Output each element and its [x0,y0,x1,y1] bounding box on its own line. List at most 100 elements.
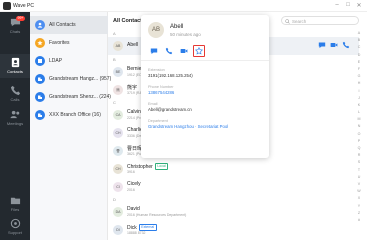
group-label: Grandstream Hangz... (957) [49,76,112,82]
organization-icon [35,110,45,120]
chat-icon [150,48,158,54]
card-chat-button[interactable] [148,45,160,57]
index-letter[interactable]: J [355,95,363,102]
phone-value[interactable]: 13867544286 [148,90,174,95]
index-letter[interactable]: D [355,52,363,59]
unread-badge: 99+ [16,16,25,21]
nav-label: Support [7,230,22,235]
index-letter[interactable]: V [355,181,363,188]
index-letter[interactable]: E [355,59,363,66]
title-bar: Wave PC – □ ✕ [0,0,367,12]
group-label: Favorites [49,40,70,46]
index-letter[interactable]: S [355,159,363,166]
meeting-icon [9,110,19,119]
email-field: Email Abell@grandstream.cn [148,102,192,112]
avatar: CA [113,110,123,120]
add-favorite-button[interactable] [193,45,205,57]
group-label: Grandstream Shenz... (224) [49,94,111,100]
index-letter[interactable]: I [355,88,363,95]
card-call-button[interactable] [163,45,175,57]
index-letter[interactable]: Z [355,210,363,217]
extension-value[interactable]: 3191(192.168.125.254) [148,73,193,78]
contact-row[interactable]: CI Cicely 2016 [108,178,359,196]
section-letter: B [113,57,116,62]
group-favorites[interactable]: Favorites [30,34,108,52]
contact-name: Cicely [127,181,141,187]
minimize-button[interactable]: – [333,2,341,8]
index-letter[interactable]: Q [355,145,363,152]
index-letter[interactable]: U [355,174,363,181]
card-video-button[interactable] [178,45,190,57]
chat-icon[interactable] [318,41,326,49]
contact-groups-panel: All Contacts Favorites LDAP Grandstream … [30,12,112,240]
avatar: 曹 [113,146,123,156]
index-letter[interactable]: K [355,102,363,109]
contact-row[interactable]: DI Dick External 18888 8732 [108,221,359,239]
nav-item-contacts[interactable]: Contacts [0,54,30,78]
field-label: Email [148,102,158,106]
left-navigation: 99+ Chats Contacts Calls Meetings Files … [0,12,30,240]
avatar: DI [113,225,123,235]
alphabet-index: A B C D E F G H I J K L M N O P Q R S T … [355,30,363,224]
group-shenzhen[interactable]: Grandstream Shenz... (224) [30,88,111,106]
maximize-button[interactable]: □ [344,2,352,8]
index-letter[interactable]: M [355,116,363,123]
index-letter[interactable]: P [355,138,363,145]
avatar: BE [113,67,123,77]
phone-icon[interactable] [342,41,350,49]
nav-item-calls[interactable]: Calls [0,82,30,106]
index-letter[interactable]: G [355,73,363,80]
files-icon [10,197,20,205]
contact-name: 熊宇 [127,85,138,91]
group-ldap[interactable]: LDAP [30,52,108,70]
contact-extension: 2016 (Human Resources Department) [127,213,187,217]
contact-extension: 2016 [127,188,135,192]
phone-field: Phone Number 13867544286 [148,85,174,95]
section-letter: C [113,100,116,105]
department-field: Department Grandstream Hangzhou · Secret… [148,119,228,129]
search-input[interactable]: Search [281,16,359,25]
index-letter[interactable]: H [355,80,363,87]
index-letter[interactable]: # [355,217,363,224]
index-letter[interactable]: W [355,188,363,195]
card-contact-name: Abell [170,24,184,30]
star-icon [195,47,203,55]
group-all-contacts[interactable]: All Contacts [30,16,108,34]
close-button[interactable]: ✕ [355,2,363,9]
contact-row[interactable]: CH Christopher Local 3916 [108,160,359,178]
index-letter[interactable]: T [355,167,363,174]
index-letter[interactable]: B [355,37,363,44]
nav-item-files[interactable]: Files [0,192,30,216]
nav-item-support[interactable]: Support [0,215,30,239]
group-label: LDAP [49,58,63,64]
index-letter[interactable]: F [355,66,363,73]
contact-detail-card: AB Abell 50 minutes ago Extension 3191(1… [141,15,269,158]
nav-label: Chats [9,29,21,34]
index-letter[interactable]: O [355,131,363,138]
card-avatar: AB [148,22,164,38]
nav-item-chats[interactable]: 99+ Chats [0,14,30,38]
avatar: CH [113,164,123,174]
contacts-group-icon [35,20,45,30]
nav-label: Meetings [6,121,24,126]
group-hangzhou[interactable]: Grandstream Hangz... (957) [30,70,112,88]
avatar: DA [113,207,123,217]
index-letter[interactable]: X [355,195,363,202]
field-label: Phone Number [148,85,174,89]
email-value[interactable]: Abell@grandstream.cn [148,107,192,112]
avatar: AB [113,41,123,51]
index-letter[interactable]: A [355,30,363,37]
nav-item-meetings[interactable]: Meetings [0,106,30,130]
index-letter[interactable]: N [355,123,363,130]
index-letter[interactable]: C [355,44,363,51]
department-value[interactable]: Grandstream Hangzhou · Secretariat Pool [148,124,228,129]
contact-name: Bernie [127,66,142,72]
index-letter[interactable]: Y [355,203,363,210]
group-branch-office[interactable]: XXX Branch Office (16) [30,106,108,124]
search-placeholder: Search [292,18,307,24]
contact-row[interactable]: DA David 2016 (Human Resources Departmen… [108,203,359,221]
index-letter[interactable]: L [355,109,363,116]
contact-name: Dick External [127,224,157,231]
index-letter[interactable]: R [355,152,363,159]
video-call-icon[interactable] [330,41,338,49]
